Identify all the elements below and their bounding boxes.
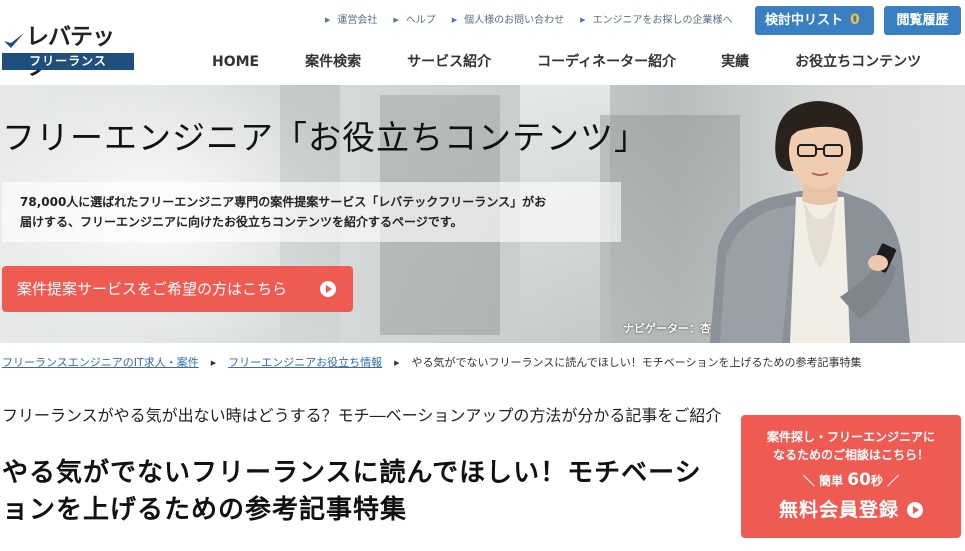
quick-prefix: ＼ 簡単 [802, 474, 844, 488]
consider-list-count: 0 [850, 12, 860, 28]
breadcrumb-current: やる気がでないフリーランスに読んでほしい！モチベーションを上げるための参考記事特… [411, 356, 862, 369]
util-link-help[interactable]: ▶ ヘルプ [393, 12, 435, 28]
article-lead: フリーランスがやる気が出ない時はどうする？モチ―ベーションアップの方法が分かる記… [2, 406, 722, 425]
page: レバテック フリーランス ▶ 運営会社 ▶ ヘルプ ▶ 個人様のお問い合わせ ▶ エンジ… [0, 0, 965, 551]
check-icon [4, 33, 24, 48]
register-label: 無料会員登録 [778, 499, 899, 521]
play-circle-icon [907, 502, 923, 518]
nav-coordinators[interactable]: コーディネーター紹介 [537, 48, 676, 78]
job-proposal-cta-button[interactable]: 案件提案サービスをご希望の方はこちら [2, 266, 353, 312]
arrow-right-icon: ▶ [325, 16, 331, 24]
breadcrumb-arrow-icon: ▶ [394, 359, 400, 367]
util-link-label: 個人様のお問い合わせ [464, 15, 565, 26]
side-cta-quick: ＼ 簡単 60秒 ／ [741, 470, 961, 490]
side-cta-line: なるためのご相談はこちら！ [772, 448, 929, 462]
util-link-label: エンジニアをお探しの企業様へ [592, 15, 733, 26]
nav-job-search[interactable]: 案件検索 [305, 48, 361, 78]
site-logo[interactable]: レバテック フリーランス [2, 22, 134, 80]
util-link-contact[interactable]: ▶ 個人様のお問い合わせ [452, 12, 564, 28]
article-title: やる気がでないフリーランスに読んでほしい！モチベーションを上げるための参考記事特… [2, 458, 702, 525]
navigator-caption: ナビゲーター：杏 [623, 322, 711, 335]
hero-description: 78,000人に選ばれたフリーエンジニア専門の案件提案サービス「レバテックフリー… [2, 182, 621, 242]
hero-banner: フリーエンジニア「お役立ちコンテンツ」 78,000人に選ばれたフリーエンジニア… [0, 85, 965, 343]
global-nav: HOME 案件検索 サービス紹介 コーディネーター紹介 実績 お役立ちコンテンツ [212, 48, 921, 78]
logo-main-text: レバテック [26, 24, 115, 80]
utility-links: ▶ 運営会社 ▶ ヘルプ ▶ 個人様のお問い合わせ ▶ エンジニアをお探しの企業様へ [325, 12, 749, 28]
hero-title: フリーエンジニア「お役立ちコンテンツ」 [2, 118, 648, 157]
util-link-label: ヘルプ [405, 15, 436, 26]
consider-list-button[interactable]: 検討中リスト 0 [755, 6, 874, 35]
breadcrumb: フリーランスエンジニアのIT求人・案件 ▶ フリーエンジニアお役立ち情報 ▶ や… [2, 354, 862, 372]
nav-useful-content[interactable]: お役立ちコンテンツ [795, 48, 921, 78]
nav-results[interactable]: 実績 [721, 48, 749, 78]
hero-description-line: 78,000人に選ばれたフリーエンジニア専門の案件提案サービス「レバテックフリー… [20, 195, 547, 209]
arrow-right-icon: ▶ [580, 16, 586, 24]
quick-suffix: 秒 ／ [870, 474, 900, 488]
site-header: レバテック フリーランス ▶ 運営会社 ▶ ヘルプ ▶ 個人様のお問い合わせ ▶ エンジ… [0, 0, 965, 85]
logo-sub-text: フリーランス [2, 53, 134, 70]
nav-home[interactable]: HOME [212, 48, 259, 78]
hero-description-line: 届けする、フリーエンジニアに向けたお役立ちコンテンツを紹介するページです。 [20, 215, 463, 229]
play-circle-icon [320, 281, 336, 297]
arrow-right-icon: ▶ [451, 16, 458, 24]
util-link-label: 運営会社 [337, 15, 378, 26]
util-link-for-companies[interactable]: ▶ エンジニアをお探しの企業様へ [580, 12, 732, 28]
breadcrumb-link[interactable]: フリーランスエンジニアのIT求人・案件 [2, 354, 199, 372]
util-link-company[interactable]: ▶ 運営会社 [325, 12, 377, 28]
free-registration-cta[interactable]: 案件探し・フリーエンジニアに なるためのご相談はこちら！ ＼ 簡単 60秒 ／ … [741, 415, 961, 538]
history-button[interactable]: 閲覧履歴 [884, 6, 961, 35]
breadcrumb-link[interactable]: フリーエンジニアお役立ち情報 [228, 354, 382, 372]
navigator-woman-image [710, 101, 910, 343]
breadcrumb-arrow-icon: ▶ [210, 359, 217, 367]
nav-service[interactable]: サービス紹介 [407, 48, 491, 78]
quick-seconds: 60 [847, 470, 871, 490]
register-label-row: 無料会員登録 [741, 495, 961, 522]
side-cta-line: 案件探し・フリーエンジニアに [766, 430, 935, 444]
hero-cta-label: 案件提案サービスをご希望の方はこちら [17, 280, 288, 298]
side-cta-text: 案件探し・フリーエンジニアに なるためのご相談はこちら！ [741, 428, 961, 464]
consider-list-label: 検討中リスト [765, 13, 844, 28]
arrow-right-icon: ▶ [393, 16, 399, 24]
